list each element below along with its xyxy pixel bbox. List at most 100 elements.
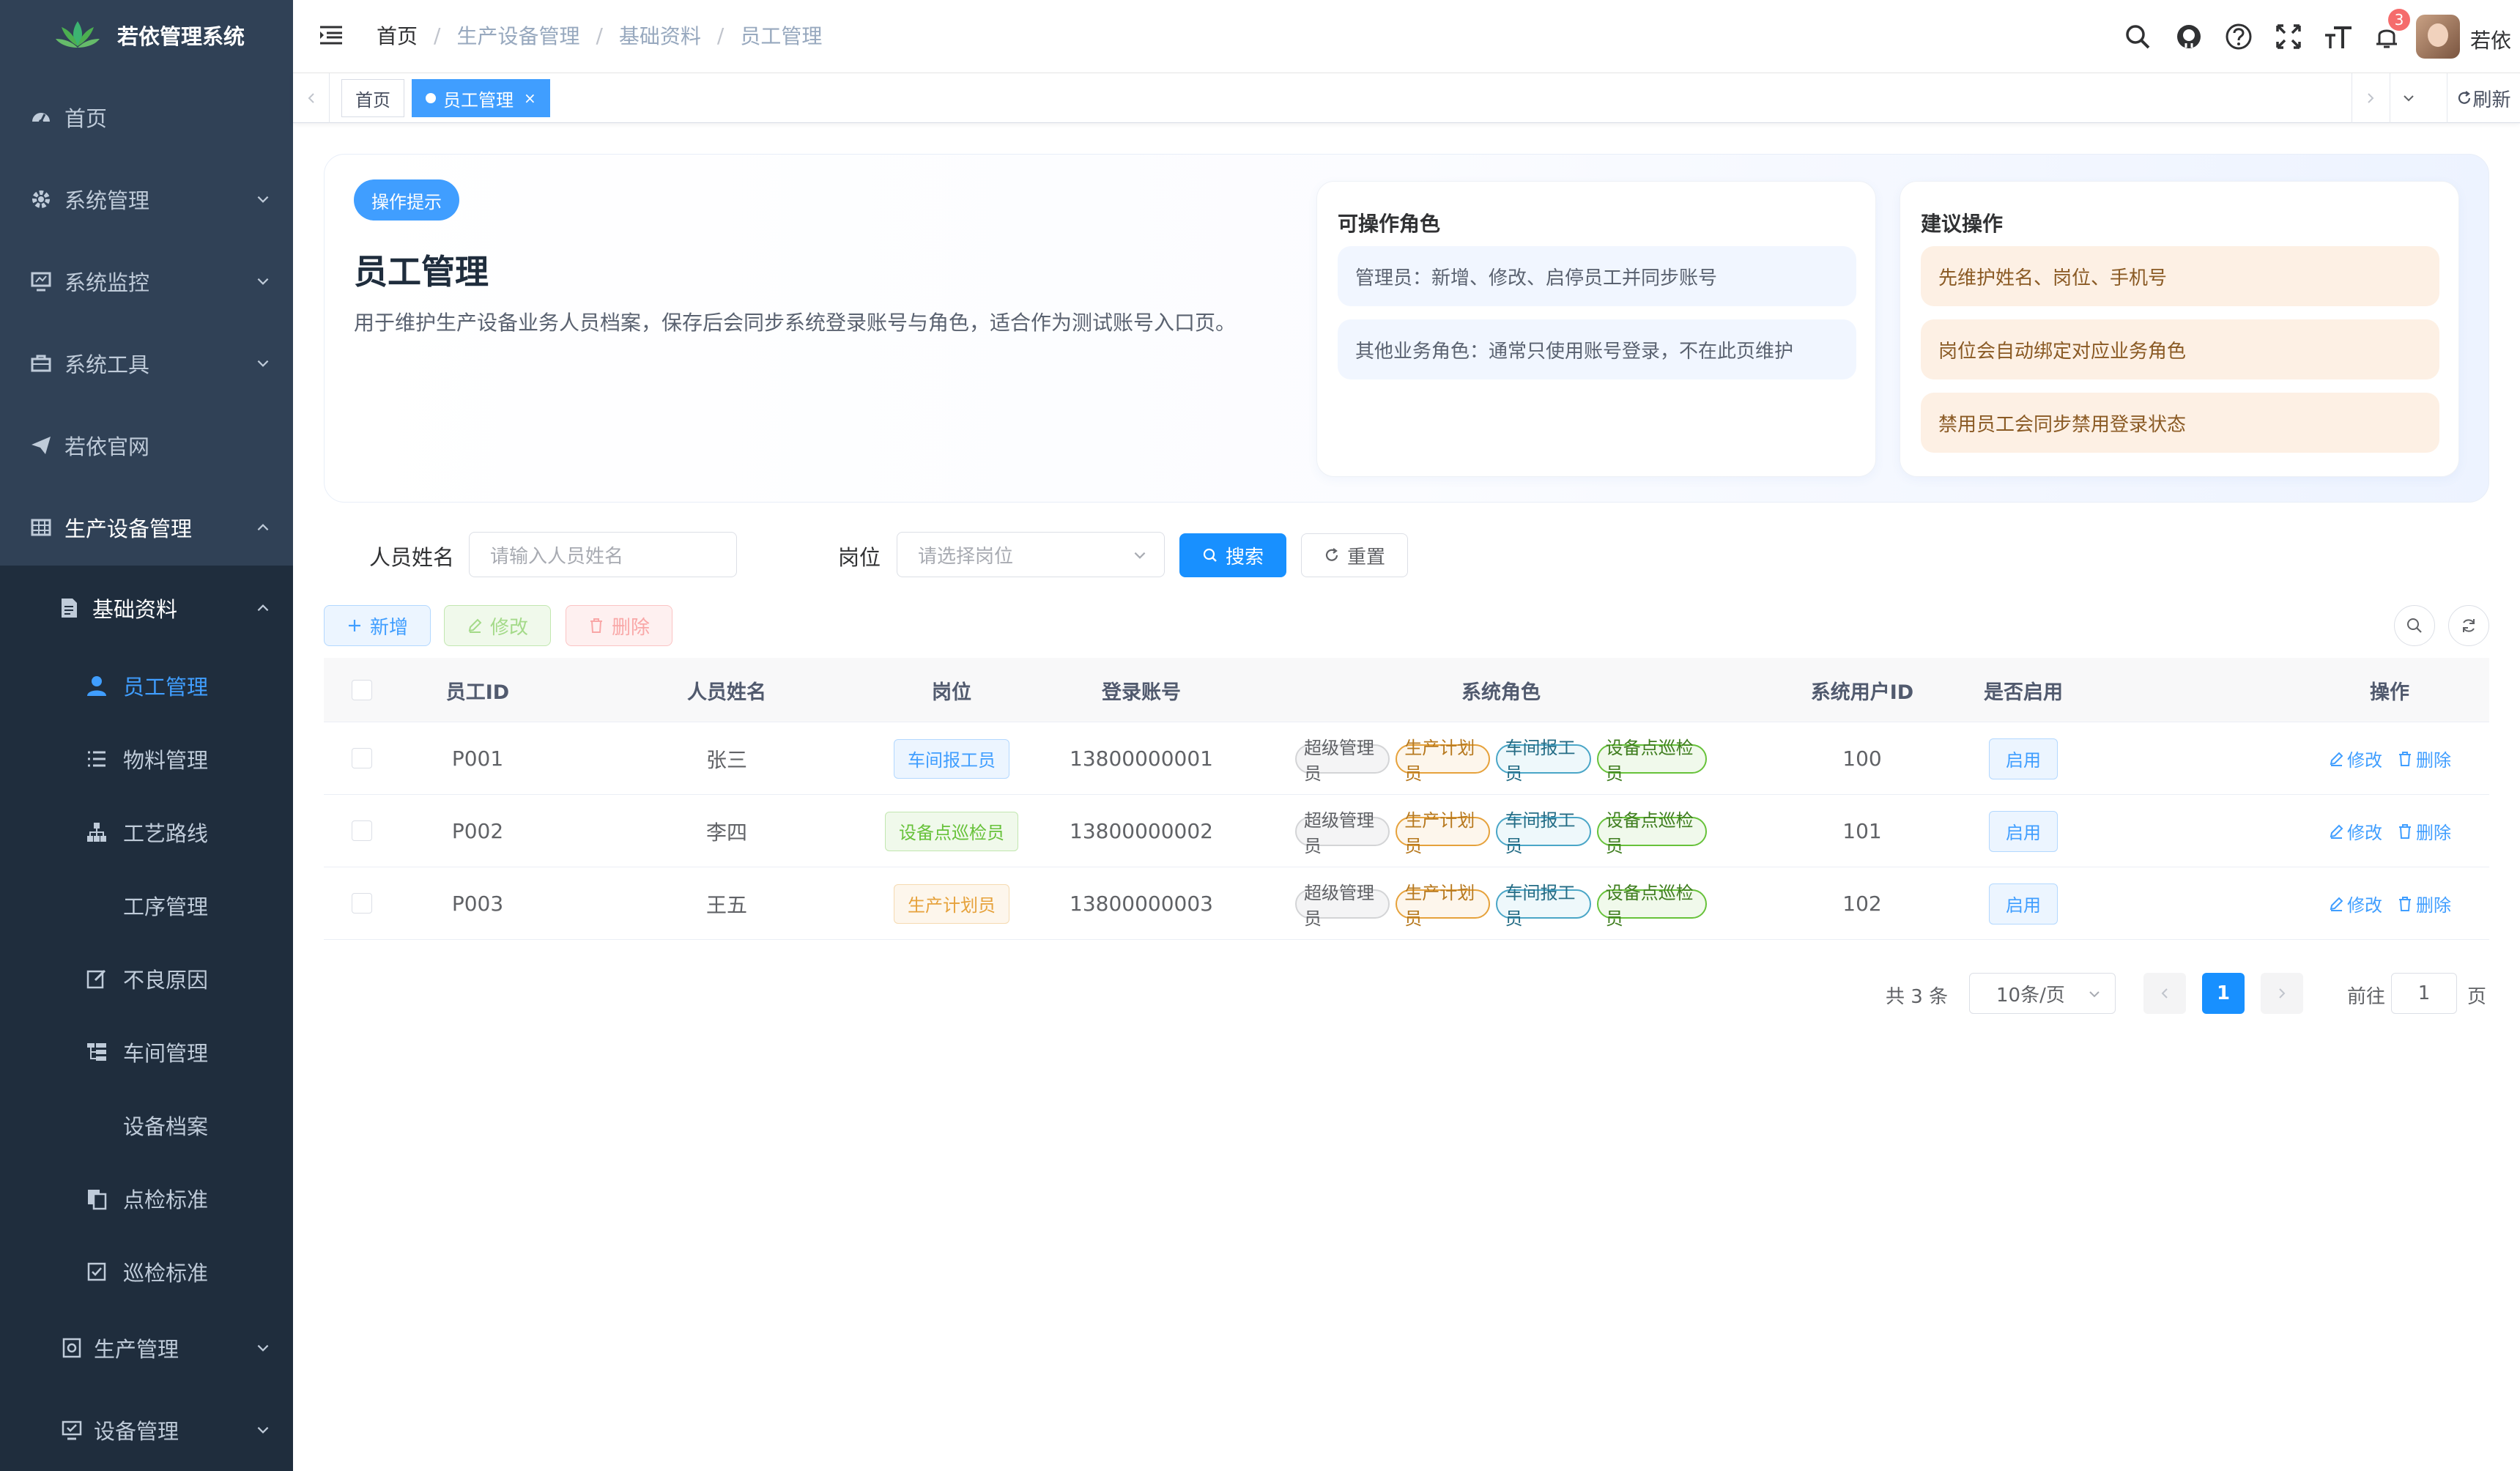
tags-dropdown-icon[interactable] [2390, 73, 2426, 123]
sidebar-item-operation[interactable]: 工序管理 [0, 869, 293, 942]
user-name[interactable]: 若依 [2470, 25, 2511, 54]
sidebar-item-production-equipment[interactable]: 生产设备管理 [0, 486, 293, 568]
sidebar-item-label: 车间管理 [123, 1041, 209, 1066]
page-title: 员工管理 [354, 252, 489, 292]
row-edit-button[interactable]: 修改 [2328, 818, 2382, 844]
cell-name: 张三 [705, 747, 747, 772]
sidebar-item-label: 工艺路线 [123, 821, 209, 846]
sidebar-item-tools[interactable]: 系统工具 [0, 322, 293, 404]
hint-card: 操作提示 员工管理 用于维护生产设备业务人员档案，保存后会同步系统登录账号与角色… [324, 154, 2489, 503]
sidebar-item-defect-reason[interactable]: 不良原因 [0, 942, 293, 1015]
sidebar-item-system[interactable]: 系统管理 [0, 158, 293, 240]
table-row[interactable]: P002 李四 设备点巡检员 13800000002 超级管理员 生产计划员 车间报工员 设备… [324, 795, 2489, 867]
post-select[interactable]: 请选择岗位 [897, 532, 1165, 577]
sidebar-item-device[interactable]: 设备管理 [0, 1393, 293, 1467]
github-icon[interactable] [2173, 21, 2205, 53]
page-number-button[interactable]: 1 [2202, 973, 2245, 1014]
delete-button-label: 删除 [611, 616, 650, 639]
copy-icon [84, 1185, 110, 1212]
tag-home[interactable]: 首页 [341, 79, 404, 117]
sidebar-item-material[interactable]: 物料管理 [0, 722, 293, 796]
post-tag: 车间报工员 [894, 738, 1009, 779]
toggle-search-button[interactable] [2394, 605, 2435, 646]
row-checkbox[interactable] [352, 893, 372, 914]
trash-icon [2399, 823, 2411, 839]
chevron-right-icon [2275, 986, 2289, 1001]
add-button[interactable]: 新增 [324, 605, 431, 646]
tags-scroll-left-icon[interactable] [293, 73, 330, 123]
logo[interactable]: 若依管理系统 [0, 0, 293, 70]
goto-suffix: 页 [2467, 986, 2487, 1008]
cell-roles: 超级管理员 生产计划员 车间报工员 设备点巡检员 [1292, 867, 1710, 940]
cell-roles: 超级管理员 生产计划员 车间报工员 设备点巡检员 [1292, 795, 1710, 867]
column-header: 岗位 [932, 681, 971, 704]
sidebar-item-website[interactable]: 若依官网 [0, 404, 293, 486]
cell-name: 李四 [705, 820, 747, 845]
cell-employee-id: P002 [451, 819, 504, 843]
help-circle-icon[interactable] [2223, 21, 2255, 53]
row-delete-button[interactable]: 删除 [2397, 891, 2451, 916]
trash-icon [2399, 896, 2411, 911]
select-all-checkbox[interactable] [352, 680, 372, 700]
edit-icon [2330, 752, 2343, 766]
sidebar-item-production[interactable]: 生产管理 [0, 1311, 293, 1385]
tags-scroll-right-icon[interactable] [2352, 73, 2388, 123]
column-header: 是否启用 [1984, 681, 2063, 704]
paper-plane-icon [28, 432, 54, 459]
name-label: 人员姓名 [369, 545, 455, 570]
delete-button[interactable]: 删除 [566, 605, 672, 646]
table-row[interactable]: P001 张三 车间报工员 13800000001 超级管理员 生产计划员 车间报工员 设备点… [324, 722, 2489, 795]
row-edit-button[interactable]: 修改 [2328, 746, 2382, 771]
row-delete-button[interactable]: 删除 [2397, 746, 2451, 771]
sidebar-item-workshop[interactable]: 车间管理 [0, 1015, 293, 1089]
sidebar-item-monitor[interactable]: 系统监控 [0, 240, 293, 322]
avatar[interactable] [2416, 15, 2460, 59]
chevron-down-icon [255, 1422, 271, 1438]
edit-button[interactable]: 修改 [444, 605, 551, 646]
post-label: 岗位 [838, 545, 881, 570]
chevron-left-icon [2157, 986, 2172, 1001]
fullscreen-icon[interactable] [2272, 21, 2305, 53]
row-checkbox[interactable] [352, 820, 372, 841]
sidebar-item-label: 生产设备管理 [64, 516, 193, 541]
column-header: 人员姓名 [687, 681, 766, 704]
goto-page-input[interactable]: 1 [2391, 973, 2457, 1014]
row-checkbox[interactable] [352, 748, 372, 768]
row-delete-button[interactable]: 删除 [2397, 818, 2451, 844]
sidebar-item-home[interactable]: 首页 [0, 76, 293, 158]
reset-button[interactable]: 重置 [1301, 533, 1408, 577]
sidebar-item-employee[interactable]: 员工管理 [0, 649, 293, 722]
font-size-icon[interactable] [2322, 21, 2354, 53]
post-tag: 生产计划员 [894, 883, 1009, 924]
edit-icon [467, 618, 490, 634]
table-icon [28, 514, 54, 541]
cell-post: 车间报工员 [875, 722, 1029, 795]
search-icon[interactable] [2121, 21, 2154, 53]
role-tag: 车间报工员 [1496, 883, 1591, 929]
next-page-button[interactable] [2261, 973, 2303, 1014]
breadcrumb-item: 基础资料 [618, 24, 701, 48]
sidebar-item-equipment-archive[interactable]: 设备档案 [0, 1089, 293, 1162]
tag-employee-management[interactable]: 员工管理 × [412, 79, 550, 117]
column-header: 系统角色 [1461, 681, 1541, 704]
page-size-select[interactable]: 10条/页 [1969, 973, 2116, 1014]
sidebar-item-process-route[interactable]: 工艺路线 [0, 796, 293, 869]
row-edit-label: 修改 [2347, 823, 2382, 843]
sidebar-item-spot-check-standard[interactable]: 点检标准 [0, 1162, 293, 1235]
table-row[interactable]: P003 王五 生产计划员 13800000003 超级管理员 生产计划员 车间报工员 设备点… [324, 867, 2489, 940]
sidebar-item-patrol-standard[interactable]: 巡检标准 [0, 1235, 293, 1308]
sidebar-item-label: 设备档案 [123, 1114, 209, 1139]
prev-page-button[interactable] [2143, 973, 2186, 1014]
sidebar-item-label: 基础资料 [92, 597, 178, 622]
refresh-button[interactable]: 刷新 [2447, 73, 2520, 123]
search-button[interactable]: 搜索 [1179, 533, 1286, 577]
tag-label: 员工管理 [443, 89, 514, 111]
breadcrumb-item[interactable]: 首页 [377, 21, 418, 50]
hamburger-icon[interactable] [318, 22, 344, 48]
suggest-title: 建议操作 [1921, 212, 2004, 236]
refresh-table-button[interactable] [2448, 605, 2489, 646]
close-icon[interactable]: × [524, 89, 536, 107]
sidebar-group-basic-data[interactable]: 基础资料 [0, 571, 293, 645]
row-edit-button[interactable]: 修改 [2328, 891, 2382, 916]
name-input[interactable]: 请输入人员姓名 [469, 532, 737, 577]
